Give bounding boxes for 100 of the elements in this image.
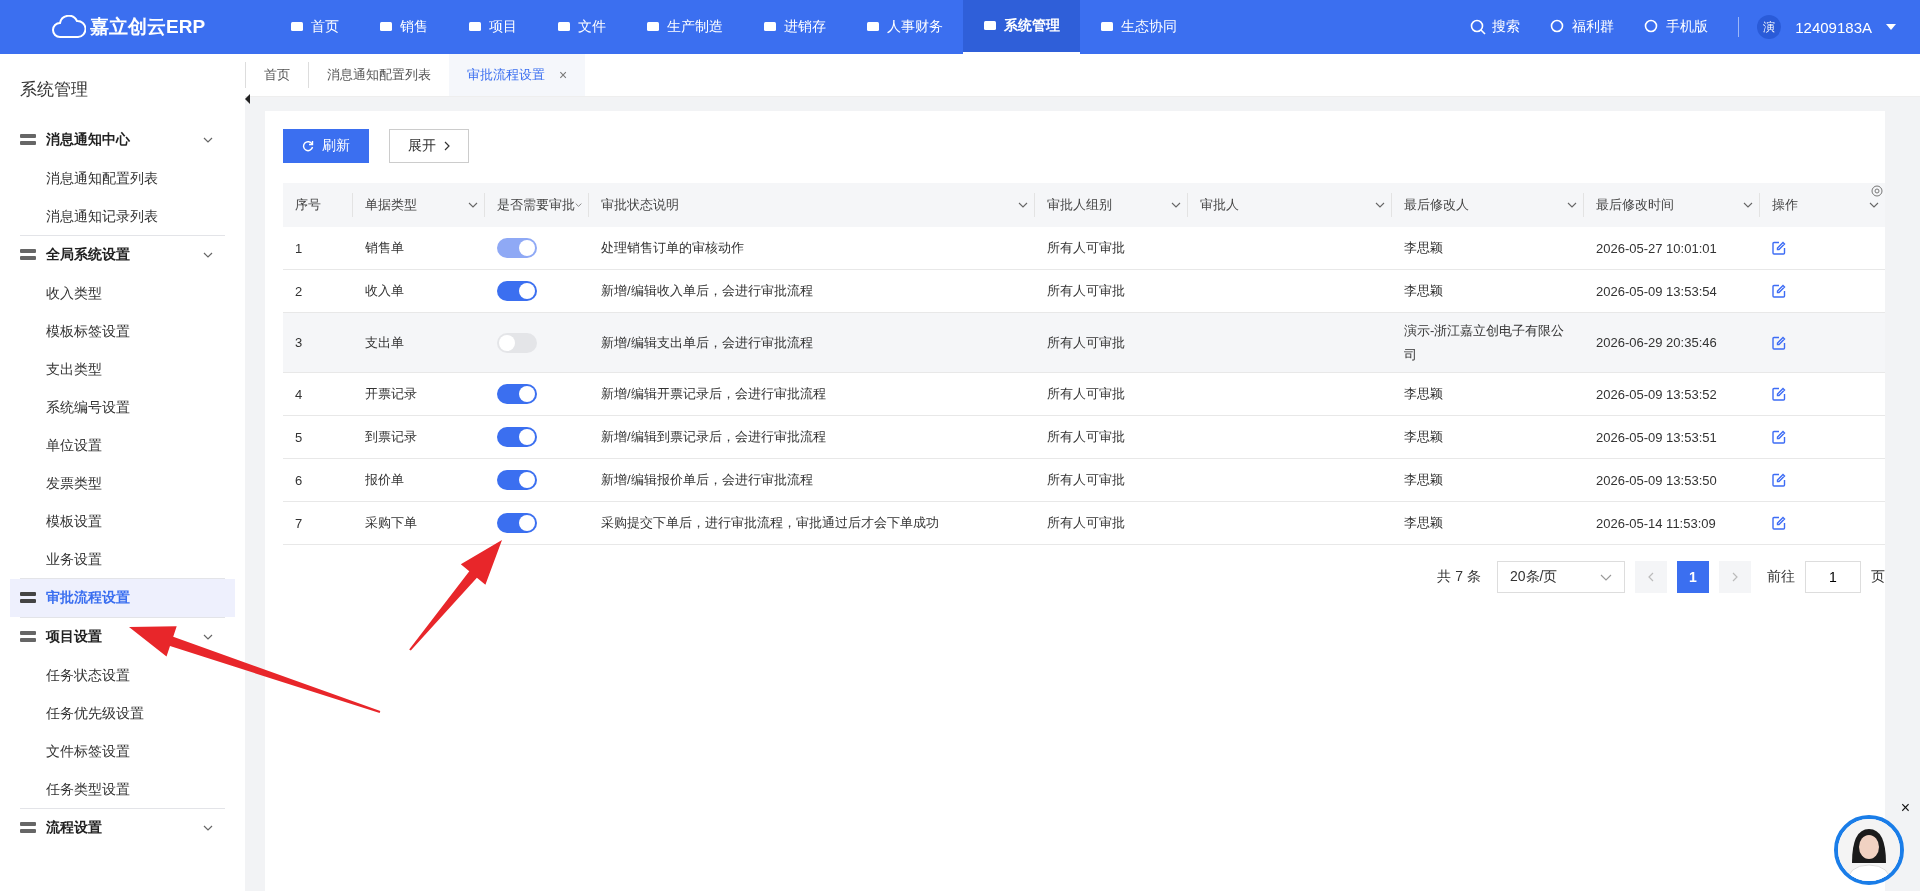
chevron-icon [203,252,213,258]
edit-icon[interactable] [1772,335,1786,350]
sidebar-item[interactable]: 任务优先级设置 [10,694,235,732]
table-row[interactable]: 3 支出单 新增/编辑支出单后，会进行审批流程 所有人可审批 演示-浙江嘉立创电子有限公司 2026-06-29 20:35:46 [283,313,1885,373]
chevron-icon [203,825,213,831]
column-header[interactable]: 审批人组别 [1035,193,1188,217]
nav-tab[interactable]: 进销存 [743,0,846,54]
toggle-switch[interactable] [497,427,537,447]
table-cell: 新增/编辑支出单后，会进行审批流程 [601,333,813,352]
toolbar-link[interactable]: 福利群 [1550,18,1615,36]
column-header[interactable]: 是否需要审批 [485,193,589,217]
sidebar-item[interactable]: 消息通知记录列表 [10,197,235,235]
column-header[interactable]: 单据类型 [353,193,485,217]
sidebar-item[interactable]: 支出类型 [10,350,235,388]
table-cell: 1 [295,240,303,256]
edit-icon[interactable] [1772,516,1786,530]
chevron-icon [1375,202,1385,208]
toggle-switch[interactable] [497,513,537,533]
sidebar-item[interactable]: 模板设置 [10,502,235,540]
edit-icon[interactable] [1772,430,1786,444]
sidebar-item[interactable]: 单位设置 [10,426,235,464]
user-avatar[interactable]: 演 [1757,15,1782,39]
goto-label: 前往 [1767,568,1795,586]
caret-icon[interactable] [1886,24,1896,30]
sidebar-item[interactable]: 任务状态设置 [10,656,235,694]
edit-icon[interactable] [1772,387,1786,401]
nav-tab[interactable]: 首页 [270,0,359,54]
chevron-left-icon [1648,572,1654,582]
table-cell: 所有人可审批 [1047,282,1125,300]
nav-icon [290,20,304,34]
edit-icon[interactable] [1772,473,1786,487]
sidebar-group[interactable]: 项目设置 [10,618,235,656]
page-number-button[interactable]: 1 [1677,561,1709,593]
table-cell-text: 李思颖 [1404,385,1443,403]
chevron-icon [575,202,582,208]
sidebar-item[interactable]: 文件标签设置 [10,732,235,770]
column-header[interactable]: 审批状态说明 [589,193,1035,217]
column-header[interactable]: 最后修改人 [1392,193,1584,217]
column-header[interactable]: 最后修改时间 [1584,193,1760,217]
page-input[interactable]: 1 [1805,561,1861,593]
table-cell: 采购提交下单后，进行审批流程，审批通过后才会下单成功 [601,514,939,532]
table-row[interactable]: 4 开票记录 新增/编辑开票记录后，会进行审批流程 所有人可审批 李思颖 2026-05-09 13:53:52 [283,373,1885,416]
table-cell: 所有人可审批 [1047,471,1125,489]
column-header[interactable]: 审批人 [1188,193,1392,217]
chevron-icon [468,202,478,208]
menu-icon [20,630,36,644]
refresh-button[interactable]: 刷新 [283,129,369,163]
nav-tab[interactable]: 文件 [537,0,626,54]
table-row[interactable]: 6 报价单 新增/编辑报价单后，会进行审批流程 所有人可审批 李思颖 2026-05-09 13:53:50 [283,459,1885,502]
sidebar-group[interactable]: 流程设置 [10,809,235,847]
sidebar-item[interactable]: 业务设置 [10,540,235,578]
nav-tab[interactable]: 销售 [359,0,448,54]
toggle-switch[interactable] [497,281,537,301]
table-cell: 新增/编辑到票记录后，会进行审批流程 [601,428,826,446]
sidebar-item[interactable]: 任务类型设置 [10,770,235,808]
table-cell: 6 [295,472,303,488]
column-header[interactable]: 操作 [1760,193,1885,217]
collapse-icon[interactable] [245,94,250,104]
nav-icon [763,20,777,34]
column-header[interactable]: 序号 [283,193,353,217]
toggle-switch[interactable] [497,332,537,353]
sidebar-item[interactable]: 消息通知配置列表 [10,159,235,197]
nav-tab[interactable]: 生产制造 [626,0,743,54]
table-cell: 收入单 [365,282,404,300]
sidebar-group[interactable]: 全局系统设置 [10,236,235,274]
settings-icon[interactable] [1871,185,1883,197]
nav-tab[interactable]: 生态协同 [1080,0,1197,54]
toggle-switch[interactable] [497,470,537,490]
sidebar-item[interactable]: 系统编号设置 [10,388,235,426]
close-icon[interactable]: × [1900,799,1910,817]
user-name[interactable]: 12409183A [1795,18,1872,36]
close-icon[interactable]: × [559,67,568,83]
nav-tab[interactable]: 项目 [448,0,537,54]
table-cell: 开票记录 [365,385,417,403]
sidebar-item[interactable]: 发票类型 [10,464,235,502]
sidebar-title: 系统管理 [19,79,89,101]
edit-icon[interactable] [1772,284,1786,298]
toolbar-link[interactable]: 搜索 [1470,18,1521,36]
table-cell: 2 [295,283,303,299]
toggle-switch[interactable] [497,384,537,404]
table-row[interactable]: 7 采购下单 采购提交下单后，进行审批流程，审批通过后才会下单成功 所有人可审批 李思颖 2026-05-14 11:53:09 [283,502,1885,545]
sidebar-item[interactable]: 模板标签设置 [10,312,235,350]
table-row[interactable]: 5 到票记录 新增/编辑到票记录后，会进行审批流程 所有人可审批 李思颖 2026-05-09 13:53:51 [283,416,1885,459]
menu-icon [20,248,36,262]
table-cell: 2026-05-14 11:53:09 [1596,515,1716,531]
page-tab[interactable]: 首页 [245,62,308,88]
sidebar-item[interactable]: 审批流程设置 [10,579,235,617]
sidebar-item[interactable]: 收入类型 [10,274,235,312]
table-cell: 2026-05-27 10:01:01 [1596,240,1717,256]
sidebar-group[interactable]: 消息通知中心 [10,121,235,159]
page-size-select[interactable]: 20条/页 [1497,561,1625,593]
nav-tab[interactable]: 系统管理 [963,0,1080,54]
table-cell-text: 李思颖 [1404,239,1443,257]
nav-tab[interactable]: 人事财务 [846,0,963,54]
toolbar-link[interactable]: 手机版 [1644,18,1709,36]
expand-button[interactable]: 展开 [389,129,469,163]
nav-icon [1100,20,1114,34]
nav-icon [557,20,571,34]
table-cell: 新增/编辑报价单后，会进行审批流程 [601,471,813,489]
page-tab[interactable]: 审批流程设置 × [449,54,586,96]
